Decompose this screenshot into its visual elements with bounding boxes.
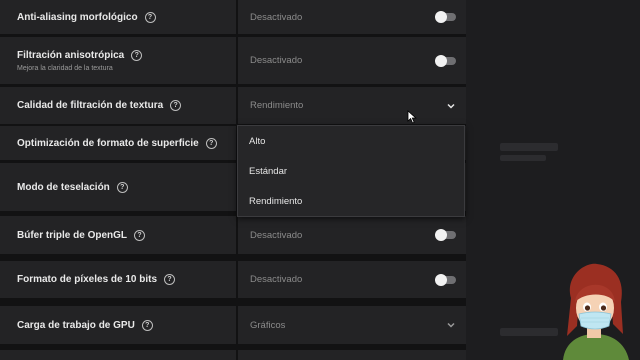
avatar-illustration (563, 263, 629, 360)
question-circle-icon[interactable]: ? (164, 274, 176, 285)
setting-label: Búfer triple de OpenGL (17, 229, 128, 241)
setting-value: Desactivado (250, 11, 303, 23)
setting-row-opengl-triple-buffer: Búfer triple de OpenGL ? Desactivado (0, 216, 466, 254)
setting-value-cell[interactable]: Desactivado (238, 0, 466, 34)
question-circle-icon[interactable]: ? (205, 137, 217, 149)
setting-label-cell: Filtración anisotrópica ? Mejora la clar… (0, 37, 236, 84)
question-circle-icon[interactable]: ? (131, 49, 143, 61)
setting-row-gpu-workload: Carga de trabajo de GPU ? Gráficos (0, 306, 466, 344)
mouse-pointer-icon (407, 110, 417, 124)
setting-label-cell: Modo de teselación ? (0, 163, 236, 211)
toggle-switch[interactable] (435, 54, 456, 67)
setting-label-cell: Búfer triple de OpenGL ? (0, 216, 236, 254)
question-circle-icon[interactable]: ? (141, 319, 153, 331)
setting-label: Optimización de formato de superficie (17, 137, 199, 149)
toggle-knob (435, 11, 447, 23)
setting-label: Calidad de filtración de textura (17, 100, 164, 111)
setting-value: Rendimiento (250, 100, 304, 111)
toggle-knob (435, 273, 447, 286)
setting-value: Desactivado (250, 55, 303, 66)
setting-label: Carga de trabajo de GPU (17, 319, 135, 331)
blurred-text (500, 143, 558, 151)
setting-value: Desactivado (250, 274, 303, 285)
toggle-knob (435, 229, 447, 241)
chevron-down-icon[interactable] (446, 101, 456, 111)
setting-row-partial (0, 350, 466, 360)
setting-value: Gráficos (250, 319, 286, 331)
setting-row-morphological-aa: Anti-aliasing morfológico ? Desactivado (0, 0, 466, 34)
toggle-switch[interactable] (435, 273, 456, 286)
setting-row-texture-filtering: Calidad de filtración de textura ? Rendi… (0, 87, 466, 124)
setting-label-cell (0, 350, 236, 360)
setting-value-cell (238, 350, 466, 360)
setting-label-cell: Optimización de formato de superficie ? (0, 126, 236, 160)
dropdown-menu: Alto Estándar Rendimiento (237, 125, 465, 217)
question-circle-icon[interactable]: ? (116, 181, 128, 193)
dropdown-option-estandar[interactable]: Estándar (238, 156, 464, 186)
dropdown-select[interactable]: Gráficos (238, 306, 466, 344)
blurred-text (500, 155, 546, 161)
dropdown-select[interactable]: Rendimiento (238, 87, 466, 124)
setting-value-cell[interactable]: Desactivado (238, 261, 466, 298)
setting-label-cell: Anti-aliasing morfológico ? (0, 0, 236, 34)
setting-label-cell: Formato de píxeles de 10 bits ? (0, 261, 236, 298)
question-circle-icon[interactable]: ? (134, 229, 146, 241)
setting-row-anisotropic: Filtración anisotrópica ? Mejora la clar… (0, 37, 466, 84)
dropdown-option-rendimiento[interactable]: Rendimiento (238, 186, 464, 216)
setting-label: Modo de teselación (17, 181, 110, 193)
toggle-switch[interactable] (435, 229, 456, 241)
toggle-knob (435, 54, 447, 67)
setting-row-10bit-pixel: Formato de píxeles de 10 bits ? Desactiv… (0, 261, 466, 298)
setting-label: Formato de píxeles de 10 bits (17, 274, 158, 285)
blurred-text (500, 328, 558, 336)
setting-sublabel: Mejora la claridad de la textura (17, 64, 113, 72)
setting-value: Desactivado (250, 229, 303, 241)
dropdown-option-alto[interactable]: Alto (238, 126, 464, 156)
setting-label-cell: Carga de trabajo de GPU ? (0, 306, 236, 344)
question-circle-icon[interactable]: ? (144, 11, 156, 23)
question-circle-icon[interactable]: ? (170, 100, 182, 111)
chevron-down-icon[interactable] (446, 320, 456, 330)
setting-value-cell[interactable]: Desactivado (238, 216, 466, 254)
setting-label: Anti-aliasing morfológico (17, 11, 138, 23)
setting-label: Filtración anisotrópica (17, 49, 125, 61)
setting-label-cell: Calidad de filtración de textura ? (0, 87, 236, 124)
setting-value-cell[interactable]: Desactivado (238, 37, 466, 84)
toggle-switch[interactable] (435, 11, 456, 23)
